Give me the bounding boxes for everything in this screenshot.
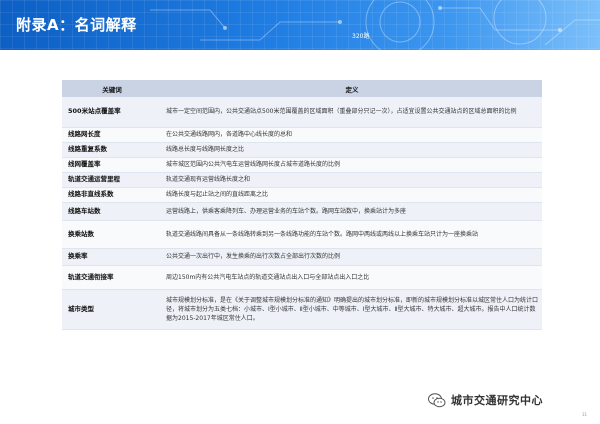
term-cell: 线路重复系数 <box>62 142 162 158</box>
header-banner: 附录A：名词解释 320路 <box>0 0 600 50</box>
column-header-definition: 定义 <box>162 80 542 97</box>
page-number: 31 <box>582 412 588 417</box>
wechat-icon <box>428 392 446 407</box>
column-header-term: 关键词 <box>62 80 162 97</box>
term-cell: 城市类型 <box>62 289 162 330</box>
definition-cell: 周边150m内有公共汽电车站点的轨道交通站点出入口与全部站点出入口之比 <box>162 265 542 290</box>
table-row: 换乘站数 轨道交通线路间具备从一条线路转乘到另一条线路功能的车站个数。路网中两线或… <box>62 220 542 249</box>
table-row: 轨道交通运营里程 轨道交通现有运营线路长度之和 <box>62 172 542 188</box>
term-cell: 轨道交通衔接率 <box>62 265 162 290</box>
table-row: 线路车站数 运营线路上，供乘客乘降列车、办理运营业务的车站个数。路网车站数中，换乘… <box>62 202 542 221</box>
term-cell: 线路车站数 <box>62 202 162 221</box>
term-cell: 换乘站数 <box>62 220 162 249</box>
definition-cell: 运营线路上，供乘客乘降列车、办理运营业务的车站个数。路网车站数中，换乘站计为多座 <box>162 202 542 221</box>
term-cell: 换乘率 <box>62 248 162 266</box>
definition-cell: 城市一定空间范围内，公共交通站点500米范围覆盖的区域面积（重叠部分只记一次），… <box>162 97 542 128</box>
table-row: 线路网长度 在公共交通线路网内，各道路中心线长度的总和 <box>62 127 542 143</box>
definition-cell: 在公共交通线路网内，各道路中心线长度的总和 <box>162 127 542 143</box>
brand-name: 城市交通研究中心 <box>451 394 543 407</box>
table-row: 线网覆盖率 城市城区范围内公共汽电车运营线路网长度占城市道路长度的比例 <box>62 157 542 173</box>
table-row: 轨道交通衔接率 周边150m内有公共汽电车站点的轨道交通站点出入口与全部站点出入口… <box>62 265 542 290</box>
table-row: 城市类型 城市规模划分标准，是在《关于调整城市规模划分标准的通知》明确提出的城市划… <box>62 289 542 330</box>
term-cell: 500米站点覆盖率 <box>62 97 162 128</box>
term-cell: 线路非直线系数 <box>62 187 162 203</box>
term-cell: 轨道交通运营里程 <box>62 172 162 188</box>
table-row: 线路非直线系数 线路长度与起止站之间的直线距离之比 <box>62 187 542 203</box>
table-row: 500米站点覆盖率 城市一定空间范围内，公共交通站点500米范围覆盖的区域面积（重… <box>62 97 542 128</box>
page-title: 附录A：名词解释 <box>16 16 137 34</box>
route-tag-label: 320路 <box>352 33 370 40</box>
glossary-table: 关键词 定义 500米站点覆盖率 城市一定空间范围内，公共交通站点500米范围覆盖… <box>62 80 542 330</box>
definition-cell: 轨道交通线路间具备从一条线路转乘到另一条线路功能的车站个数。路网中两线或两线以上… <box>162 220 542 249</box>
table-header-row: 关键词 定义 <box>62 80 542 97</box>
definition-cell: 城市规模划分标准，是在《关于调整城市规模划分标准的通知》明确提出的城市划分标准，… <box>162 289 542 330</box>
definition-cell: 城市城区范围内公共汽电车运营线路网长度占城市道路长度的比例 <box>162 157 542 173</box>
definition-cell: 线路长度与起止站之间的直线距离之比 <box>162 187 542 203</box>
term-cell: 线网覆盖率 <box>62 157 162 173</box>
footer-brand: 城市交通研究中心 <box>428 392 543 408</box>
definition-cell: 轨道交通现有运营线路长度之和 <box>162 172 542 188</box>
term-cell: 线路网长度 <box>62 127 162 143</box>
table-row: 换乘率 公共交通一次出行中，发生换乘的出行次数占全部出行次数的比例 <box>62 248 542 266</box>
table-row: 线路重复系数 线路总长度与线路网长度之比 <box>62 142 542 158</box>
definition-cell: 公共交通一次出行中，发生换乘的出行次数占全部出行次数的比例 <box>162 248 542 266</box>
definition-cell: 线路总长度与线路网长度之比 <box>162 142 542 158</box>
